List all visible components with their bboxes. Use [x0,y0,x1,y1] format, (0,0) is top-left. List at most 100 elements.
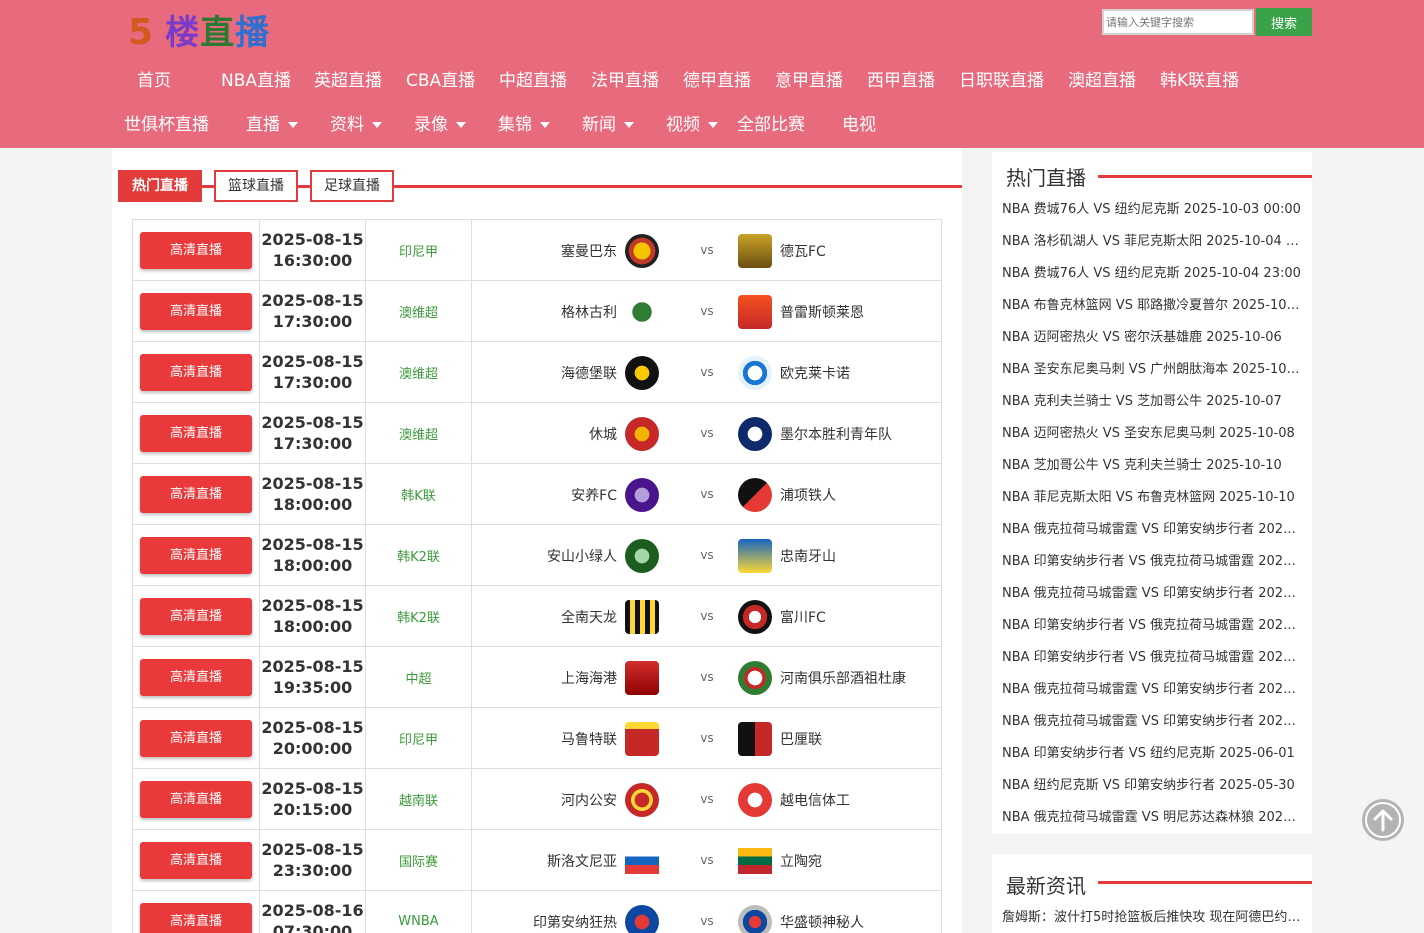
match-time: 17:30:00 [272,434,353,453]
hot-live-item[interactable]: NBA 纽约尼克斯 VS 印第安纳步行者 2025-05-30 [1002,770,1302,802]
match-league[interactable]: 越南联 [365,768,472,830]
nav-item[interactable]: 韩K联直播 [1160,68,1239,94]
hd-live-button[interactable]: 高清直播 [140,658,252,696]
match-league[interactable]: 印尼甲 [365,219,472,281]
home-team[interactable]: 海德堡联 [561,342,659,403]
hot-live-item[interactable]: NBA 洛杉矶湖人 VS 菲尼克斯太阳 2025-10-04 10:00 [1002,226,1302,258]
nav-item[interactable]: 英超直播 [314,68,382,94]
home-team[interactable]: 安山小绿人 [547,525,659,586]
back-to-top-button[interactable] [1362,799,1404,841]
away-team[interactable]: 德瓦FC [738,220,826,281]
away-team[interactable]: 墨尔本胜利青年队 [738,403,892,464]
hot-live-item[interactable]: NBA 圣安东尼奥马刺 VS 广州朗肽海本 2025-10-06 [1002,354,1302,386]
match-league[interactable]: 中超 [365,646,472,708]
match-league[interactable]: 澳维超 [365,341,472,403]
tab-hot-live[interactable]: 热门直播 [118,170,202,202]
tab-basketball-live[interactable]: 篮球直播 [214,170,298,202]
nav-item-secondary[interactable]: 全部比赛 [737,112,805,138]
hot-live-item[interactable]: NBA 布鲁克林篮网 VS 耶路撒冷夏普尔 2025-10-05 [1002,290,1302,322]
nav-item-secondary[interactable]: 录像 [414,112,466,138]
nav-item-secondary[interactable]: 新闻 [582,112,634,138]
hot-live-item[interactable]: NBA 印第安纳步行者 VS 纽约尼克斯 2025-06-01 [1002,738,1302,770]
home-team[interactable]: 河内公安 [561,769,659,830]
nav-item[interactable]: 日职联直播 [959,68,1044,94]
away-team[interactable]: 巴厘联 [738,708,822,769]
match-league[interactable]: 韩K2联 [365,524,472,586]
home-team[interactable]: 全南天龙 [561,586,659,647]
nav-item[interactable]: 德甲直播 [683,68,751,94]
nav-item[interactable]: 法甲直播 [591,68,659,94]
home-team[interactable]: 上海海港 [561,647,659,708]
hd-live-button[interactable]: 高清直播 [140,292,252,330]
hot-live-item[interactable]: NBA 菲尼克斯太阳 VS 布鲁克林篮网 2025-10-10 [1002,482,1302,514]
away-team[interactable]: 河南俱乐部酒祖杜康 [738,647,906,708]
away-team[interactable]: 欧克莱卡诺 [738,342,850,403]
home-team[interactable]: 斯洛文尼亚 [547,830,659,891]
hd-live-button[interactable]: 高清直播 [140,414,252,452]
hot-live-item[interactable]: NBA 印第安纳步行者 VS 俄克拉荷马城雷霆 2025-06 [1002,546,1302,578]
nav-item[interactable]: 意甲直播 [775,68,843,94]
home-team[interactable]: 马鲁特联 [561,708,659,769]
hot-live-item[interactable]: NBA 俄克拉荷马城雷霆 VS 印第安纳步行者 2025-06 [1002,674,1302,706]
nav-item-secondary[interactable]: 直播 [246,112,298,138]
hd-live-button[interactable]: 高清直播 [140,536,252,574]
hot-live-item[interactable]: NBA 俄克拉荷马城雷霆 VS 明尼苏达森林狼 2025-05 [1002,802,1302,834]
search-input[interactable] [1102,9,1254,35]
away-team[interactable]: 华盛顿神秘人 [738,891,864,933]
hot-live-item[interactable]: NBA 芝加哥公牛 VS 克利夫兰骑士 2025-10-10 [1002,450,1302,482]
hot-live-item[interactable]: NBA 印第安纳步行者 VS 俄克拉荷马城雷霆 2025-06 [1002,642,1302,674]
nav-item[interactable]: 中超直播 [499,68,567,94]
nav-item-secondary[interactable]: 世俱杯直播 [124,112,209,138]
nav-item-secondary[interactable]: 视频 [666,112,718,138]
match-league[interactable]: 澳维超 [365,280,472,342]
hot-live-item[interactable]: NBA 迈阿密热火 VS 密尔沃基雄鹿 2025-10-06 [1002,322,1302,354]
nav-item[interactable]: 澳超直播 [1068,68,1136,94]
away-team[interactable]: 忠南牙山 [738,525,836,586]
hd-live-button[interactable]: 高清直播 [140,719,252,757]
home-team[interactable]: 格林古利 [561,281,659,342]
match-league[interactable]: 国际赛 [365,829,472,891]
away-team[interactable]: 越电信体工 [738,769,850,830]
hd-live-button[interactable]: 高清直播 [140,353,252,391]
hot-live-item[interactable]: NBA 俄克拉荷马城雷霆 VS 印第安纳步行者 2025-06 [1002,578,1302,610]
nav-item[interactable]: 西甲直播 [867,68,935,94]
hd-live-button[interactable]: 高清直播 [140,902,252,933]
nav-item[interactable]: NBA直播 [221,68,291,94]
home-team[interactable]: 安养FC [571,464,659,525]
nav-item[interactable]: 首页 [137,68,171,94]
hd-live-button[interactable]: 高清直播 [140,841,252,879]
hot-live-item[interactable]: NBA 迈阿密热火 VS 圣安东尼奥马刺 2025-10-08 [1002,418,1302,450]
nav-item-secondary[interactable]: 资料 [330,112,382,138]
hd-live-button[interactable]: 高清直播 [140,475,252,513]
match-league[interactable]: 印尼甲 [365,707,472,769]
hot-live-item[interactable]: NBA 印第安纳步行者 VS 俄克拉荷马城雷霆 2025-06 [1002,610,1302,642]
match-league[interactable]: 韩K2联 [365,585,472,647]
home-team[interactable]: 印第安纳狂热 [533,891,659,933]
hd-live-button[interactable]: 高清直播 [140,231,252,269]
match-action-cell: 高清直播 [132,707,260,769]
nav-item-secondary[interactable]: 电视 [842,112,876,138]
away-team[interactable]: 立陶宛 [738,830,822,891]
match-league[interactable]: WNBA [365,890,472,933]
tab-football-live[interactable]: 足球直播 [310,170,394,202]
hot-live-item[interactable]: NBA 费城76人 VS 纽约尼克斯 2025-10-03 00:00 [1002,194,1302,226]
away-team[interactable]: 富川FC [738,586,826,647]
hot-live-item[interactable]: NBA 费城76人 VS 纽约尼克斯 2025-10-04 23:00 [1002,258,1302,290]
search-button[interactable]: 搜索 [1256,8,1312,36]
hot-live-item[interactable]: NBA 俄克拉荷马城雷霆 VS 印第安纳步行者 2025-06 [1002,514,1302,546]
hot-live-item[interactable]: NBA 俄克拉荷马城雷霆 VS 印第安纳步行者 2025-06 [1002,706,1302,738]
hot-live-item[interactable]: NBA 克利夫兰骑士 VS 芝加哥公牛 2025-10-07 [1002,386,1302,418]
match-league[interactable]: 韩K联 [365,463,472,525]
hd-live-button[interactable]: 高清直播 [140,780,252,818]
home-team-logo-icon [625,599,659,634]
site-logo[interactable]: 5 楼直播 [128,8,270,58]
match-league[interactable]: 澳维超 [365,402,472,464]
nav-item-secondary[interactable]: 集锦 [498,112,550,138]
away-team[interactable]: 浦项铁人 [738,464,836,525]
nav-item[interactable]: CBA直播 [406,68,475,94]
hd-live-button[interactable]: 高清直播 [140,597,252,635]
home-team[interactable]: 塞曼巴东 [561,220,659,281]
away-team[interactable]: 普雷斯顿莱恩 [738,281,864,342]
news-item[interactable]: 詹姆斯：波什打5时抢篮板后推快攻 现在阿德巴约也能做到 [1002,906,1302,925]
home-team[interactable]: 休城 [589,403,659,464]
